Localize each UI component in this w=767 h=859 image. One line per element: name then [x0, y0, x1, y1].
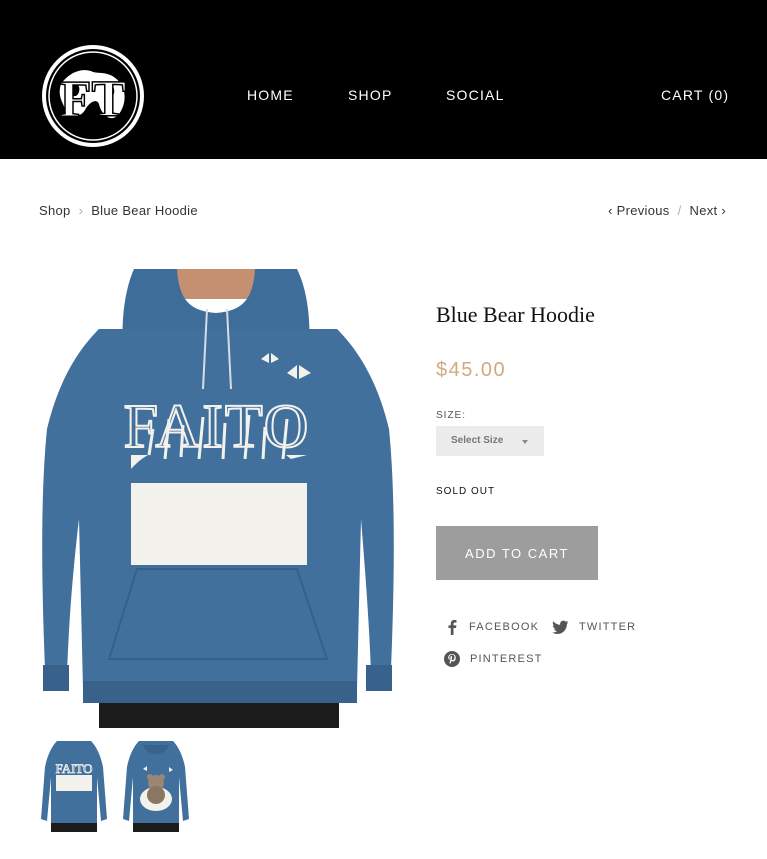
share-facebook[interactable]: FACEBOOK [445, 619, 539, 635]
nav-home[interactable]: HOME [247, 87, 294, 103]
twitter-icon [552, 620, 569, 634]
thumbnail-back[interactable] [121, 737, 191, 832]
product-main-image[interactable]: FAITO [39, 269, 396, 728]
thumb-print-text: FAITO [55, 761, 92, 776]
stock-status: SOLD OUT [436, 486, 496, 497]
nav-shop[interactable]: SHOP [348, 87, 392, 103]
print-text: FAITO [124, 393, 311, 461]
breadcrumb-current: Blue Bear Hoodie [91, 203, 198, 218]
cart-link[interactable]: CART (0) [661, 87, 729, 103]
facebook-icon [448, 620, 457, 635]
size-label: SIZE: [436, 410, 467, 421]
size-select-value: Select Size [451, 435, 504, 446]
site-header: FT HOME SHOP SOCIAL CART (0) [0, 0, 767, 159]
share-facebook-label: FACEBOOK [469, 621, 540, 633]
product-price: $45.00 [436, 359, 507, 381]
share-pinterest-label: PINTEREST [470, 653, 543, 665]
nav-social[interactable]: SOCIAL [446, 87, 505, 103]
brand-logo[interactable]: FT [41, 44, 145, 148]
share-twitter-label: TWITTER [579, 621, 637, 633]
breadcrumb-separator: › [78, 203, 84, 218]
thumbnail-front[interactable]: FAITO [39, 737, 109, 832]
previous-link[interactable]: ‹ Previous [608, 203, 670, 218]
share-pinterest[interactable]: PINTEREST [444, 651, 543, 667]
hoodie-back-thumb-illustration [123, 741, 189, 832]
size-select[interactable]: Select Size [436, 426, 544, 456]
chevron-down-icon [522, 440, 528, 444]
next-link[interactable]: Next › [690, 203, 726, 218]
breadcrumb-shop[interactable]: Shop [39, 203, 71, 218]
hoodie-front-illustration: FAITO [39, 269, 396, 728]
logo-letters: FT [60, 71, 126, 128]
pager-separator: / [677, 203, 682, 218]
pinterest-icon [444, 651, 460, 667]
product-title: Blue Bear Hoodie [436, 302, 595, 327]
share-twitter[interactable]: TWITTER [552, 619, 636, 635]
hoodie-front-thumb-illustration: FAITO [41, 741, 107, 832]
add-to-cart-button[interactable]: ADD TO CART [436, 526, 598, 580]
product-pager: ‹ Previous / Next › [608, 203, 726, 218]
breadcrumb: Shop › Blue Bear Hoodie [39, 203, 198, 218]
